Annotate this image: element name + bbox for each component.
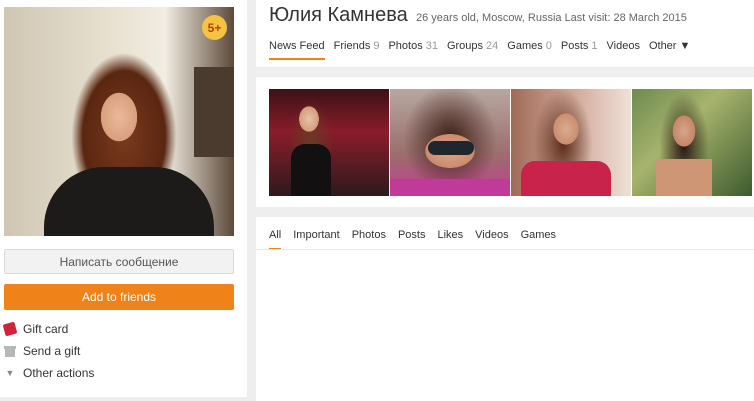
send-gift-label: Send a gift [23, 344, 81, 358]
photo-thumbnail-1[interactable] [269, 89, 389, 196]
photo-detail [390, 179, 510, 196]
gift-card-link[interactable]: Gift card [2, 321, 69, 337]
tab-label: Videos [606, 40, 640, 52]
profile-name[interactable]: Юлия Камнева [269, 4, 408, 27]
profile-nav: News Feed Friends 9 Photos 31 Groups 24 Gam… [269, 40, 699, 60]
tab-label: Games [507, 40, 543, 52]
feed-tab-photos[interactable]: Photos [352, 229, 386, 250]
tab-groups[interactable]: Groups 24 [447, 40, 498, 60]
photo-detail [428, 141, 474, 155]
tab-posts[interactable]: Posts 1 [561, 40, 598, 60]
gift-icon [4, 345, 16, 357]
photo-detail [521, 161, 611, 196]
caret-down-icon: ▼ [5, 368, 15, 378]
profile-meta: 26 years old, Moscow, Russia Last visit:… [416, 12, 687, 24]
photo-figure [44, 167, 214, 236]
age-rating-badge: 5+ [202, 15, 227, 40]
other-actions-label: Other actions [23, 366, 95, 380]
tab-label: Photos [388, 40, 423, 52]
photo-thumbnail-3[interactable] [511, 89, 631, 196]
photo-thumbnail-4[interactable] [632, 89, 752, 196]
left-column: 5+ Написать сообщение Add to friends Gif… [0, 0, 247, 397]
photo-detail [656, 159, 712, 196]
other-actions-link[interactable]: ▼ Other actions [4, 365, 95, 381]
feed-panel: All Important Photos Posts Likes Videos … [256, 217, 754, 401]
tab-label: Groups [446, 40, 484, 52]
feed-filter-tabs: All Important Photos Posts Likes Videos … [269, 229, 568, 250]
write-message-button[interactable]: Написать сообщение [4, 249, 234, 274]
tab-label: Friends [333, 40, 371, 52]
tab-friends[interactable]: Friends 9 [334, 40, 380, 60]
tab-photos[interactable]: Photos 31 [388, 40, 438, 60]
tab-news-feed[interactable]: News Feed [269, 40, 325, 60]
profile-header: Юлия Камнева 26 years old, Moscow, Russi… [256, 0, 754, 67]
feed-tab-games[interactable]: Games [521, 229, 556, 250]
gift-card-label: Gift card [23, 322, 69, 336]
gift-card-icon [2, 321, 18, 337]
tab-label: News Feed [269, 40, 325, 52]
tab-label: Posts [560, 40, 589, 52]
photo-detail [291, 144, 331, 196]
feed-tab-important[interactable]: Important [293, 229, 339, 250]
divider [256, 249, 754, 250]
tab-count: 1 [591, 40, 598, 52]
add-to-friends-button[interactable]: Add to friends [4, 284, 234, 310]
profile-photo[interactable] [4, 7, 234, 236]
feed-tab-posts[interactable]: Posts [398, 229, 426, 250]
send-gift-link[interactable]: Send a gift [4, 343, 80, 359]
tab-count: 0 [545, 40, 552, 52]
photo-strip [256, 77, 754, 207]
photo-background-shelf [194, 67, 234, 157]
tab-games[interactable]: Games 0 [507, 40, 552, 60]
tab-label: Other ▼ [648, 40, 691, 52]
feed-tab-likes[interactable]: Likes [437, 229, 463, 250]
tab-other[interactable]: Other ▼ [649, 40, 690, 60]
tab-count: 24 [486, 40, 499, 52]
feed-tab-videos[interactable]: Videos [475, 229, 508, 250]
tab-videos[interactable]: Videos [607, 40, 640, 60]
tab-count: 31 [425, 40, 438, 52]
tab-count: 9 [373, 40, 380, 52]
feed-tab-all[interactable]: All [269, 229, 282, 250]
photo-thumbnail-2[interactable] [390, 89, 510, 196]
